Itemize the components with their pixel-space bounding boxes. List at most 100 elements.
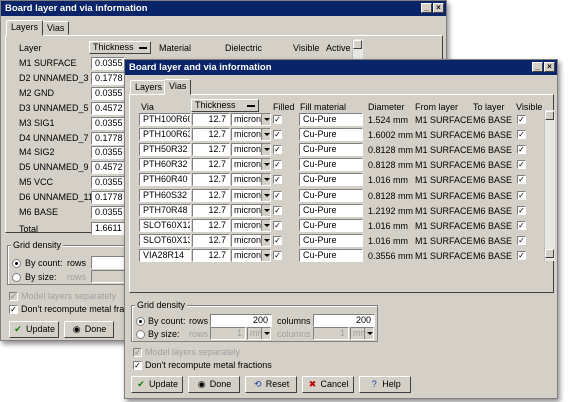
cancel-button[interactable]: ✖ Cancel — [302, 376, 354, 393]
via-thickness-input[interactable]: 12.7 — [192, 233, 230, 247]
via-thickness-input[interactable]: 12.7 — [192, 188, 230, 202]
via-thickness-unit-select[interactable]: microns — [231, 113, 271, 126]
via-visible-checkbox[interactable]: ✓ — [517, 235, 526, 245]
via-filled-checkbox[interactable]: ✓ — [273, 205, 282, 215]
via-visible-checkbox[interactable]: ✓ — [517, 145, 526, 155]
reset-button[interactable]: ⟲ Reset — [245, 376, 297, 393]
back-done-button[interactable]: ◉ Done — [64, 321, 114, 338]
layer-thickness-input[interactable]: 0.0355 — [91, 146, 125, 160]
back-scrollbar[interactable] — [352, 39, 363, 59]
done-button[interactable]: ◉ Done — [188, 376, 240, 393]
via-fill-material-input[interactable]: Cu-Pure — [299, 173, 363, 187]
close-icon[interactable]: × — [433, 3, 444, 13]
layer-thickness-input[interactable]: 0.1778 — [91, 191, 125, 205]
via-visible-checkbox[interactable]: ✓ — [517, 175, 526, 185]
scroll-up-icon[interactable] — [545, 111, 554, 120]
via-filled-checkbox[interactable]: ✓ — [273, 115, 282, 124]
via-thickness-input[interactable]: 12.7 — [192, 113, 230, 126]
layer-thickness-input[interactable]: 0.4572 — [91, 161, 125, 175]
via-thickness-unit-select[interactable]: microns — [231, 158, 271, 172]
back-by-count-radio[interactable] — [12, 259, 21, 268]
back-update-button[interactable]: ✔ Update — [9, 321, 59, 338]
header-thickness-button[interactable]: Thickness — [191, 99, 259, 112]
back-rows-input[interactable] — [91, 256, 125, 269]
scroll-up-icon[interactable] — [353, 40, 362, 49]
back-model-layers-checkbox[interactable]: ✓ — [9, 292, 18, 301]
layer-thickness-input[interactable]: 0.0355 — [91, 116, 125, 130]
via-visible-checkbox[interactable]: ✓ — [517, 160, 526, 170]
minimize-icon[interactable]: _ — [421, 3, 432, 13]
close-icon[interactable]: × — [544, 62, 555, 72]
back-tab-vias[interactable]: Vias — [42, 21, 70, 35]
front-columns-input[interactable]: 200 — [313, 314, 375, 327]
front-tab-vias[interactable]: Vias — [164, 79, 192, 95]
via-thickness-unit-select[interactable]: microns — [231, 233, 271, 247]
layer-thickness-input[interactable]: 0.4572 — [91, 101, 125, 115]
front-tab-layers[interactable]: Layers — [130, 80, 168, 94]
via-thickness-input[interactable]: 12.7 — [192, 143, 230, 157]
via-thickness-unit-select[interactable]: microns — [231, 173, 271, 187]
via-thickness-unit-select[interactable]: microns — [231, 203, 271, 217]
via-thickness-input[interactable]: 12.7 — [192, 218, 230, 232]
layer-thickness-input[interactable]: 0.0355 — [91, 176, 125, 190]
front-by-size-radio[interactable] — [136, 330, 145, 339]
via-thickness-unit-select[interactable]: microns — [231, 188, 271, 202]
via-thickness-input[interactable]: 12.7 — [192, 203, 230, 217]
scroll-down-icon[interactable] — [545, 249, 554, 258]
via-filled-checkbox[interactable]: ✓ — [273, 250, 282, 260]
via-filled-checkbox[interactable]: ✓ — [273, 160, 282, 170]
via-visible-checkbox[interactable]: ✓ — [517, 205, 526, 215]
back-tab-layers[interactable]: Layers — [6, 20, 44, 36]
via-fill-material-input[interactable]: Cu-Pure — [299, 188, 363, 202]
via-visible-checkbox[interactable]: ✓ — [517, 190, 526, 200]
via-fill-material-input[interactable]: Cu-Pure — [299, 128, 363, 142]
via-fill-material-input[interactable]: Cu-Pure — [299, 218, 363, 232]
via-filled-checkbox[interactable]: ✓ — [273, 145, 282, 155]
via-fill-material-input[interactable]: Cu-Pure — [299, 113, 363, 126]
front-rows-input[interactable]: 200 — [210, 314, 272, 327]
help-button[interactable]: ? Help — [359, 376, 411, 393]
layer-thickness-input[interactable]: 0.1778 — [91, 131, 125, 145]
via-filled-checkbox[interactable]: ✓ — [273, 190, 282, 200]
via-diameter: 0.3556 mm — [368, 250, 414, 261]
via-thickness-input[interactable]: 12.7 — [192, 158, 230, 172]
layer-thickness-input[interactable]: 0.0355 — [91, 57, 125, 70]
via-thickness-input[interactable]: 12.7 — [192, 248, 230, 262]
via-thickness-unit-select[interactable]: microns — [231, 248, 271, 262]
via-fill-material-input[interactable]: Cu-Pure — [299, 143, 363, 157]
via-fill-material-input[interactable]: Cu-Pure — [299, 233, 363, 247]
via-visible-checkbox[interactable]: ✓ — [517, 130, 526, 140]
via-thickness-unit-select[interactable]: microns — [231, 128, 271, 142]
via-fill-material-input[interactable]: Cu-Pure — [299, 158, 363, 172]
header-thickness-button[interactable]: Thickness — [89, 41, 151, 54]
front-model-layers-checkbox[interactable]: ✓ — [133, 348, 142, 357]
via-visible-checkbox[interactable]: ✓ — [517, 250, 526, 260]
front-dont-recompute-checkbox[interactable]: ✓ — [133, 361, 142, 370]
via-filled-checkbox[interactable]: ✓ — [273, 220, 282, 230]
front-by-count-radio[interactable] — [136, 317, 145, 326]
back-title-bar[interactable]: Board layer and via information _ × — [1, 1, 446, 16]
back-by-size-radio[interactable] — [12, 273, 21, 282]
layer-name: M6 BASE — [19, 207, 59, 217]
via-thickness-input[interactable]: 12.7 — [192, 128, 230, 142]
via-fill-material-input[interactable]: Cu-Pure — [299, 203, 363, 217]
via-thickness-unit-select[interactable]: microns — [231, 143, 271, 157]
via-filled-checkbox[interactable]: ✓ — [273, 235, 282, 245]
layer-thickness-input[interactable]: 0.0355 — [91, 86, 125, 100]
via-filled-checkbox[interactable]: ✓ — [273, 130, 282, 140]
front-by-size-label: By size: — [148, 329, 180, 339]
front-title-bar[interactable]: Board layer and via information _ × — [125, 60, 557, 75]
layer-thickness-input[interactable]: 0.1778 — [91, 71, 125, 85]
via-name: VIA28R14 — [139, 248, 191, 262]
update-button[interactable]: ✔ Update — [131, 376, 183, 393]
via-filled-checkbox[interactable]: ✓ — [273, 175, 282, 185]
via-thickness-input[interactable]: 12.7 — [192, 173, 230, 187]
via-visible-checkbox[interactable]: ✓ — [517, 115, 526, 124]
back-dont-recompute-checkbox[interactable]: ✓ — [9, 305, 18, 314]
minimize-icon[interactable]: _ — [532, 62, 543, 72]
front-scrollbar[interactable] — [544, 110, 555, 261]
via-thickness-unit-select[interactable]: microns — [231, 218, 271, 232]
via-fill-material-input[interactable]: Cu-Pure — [299, 248, 363, 262]
layer-thickness-input[interactable]: 0.0355 — [91, 206, 125, 219]
via-visible-checkbox[interactable]: ✓ — [517, 220, 526, 230]
